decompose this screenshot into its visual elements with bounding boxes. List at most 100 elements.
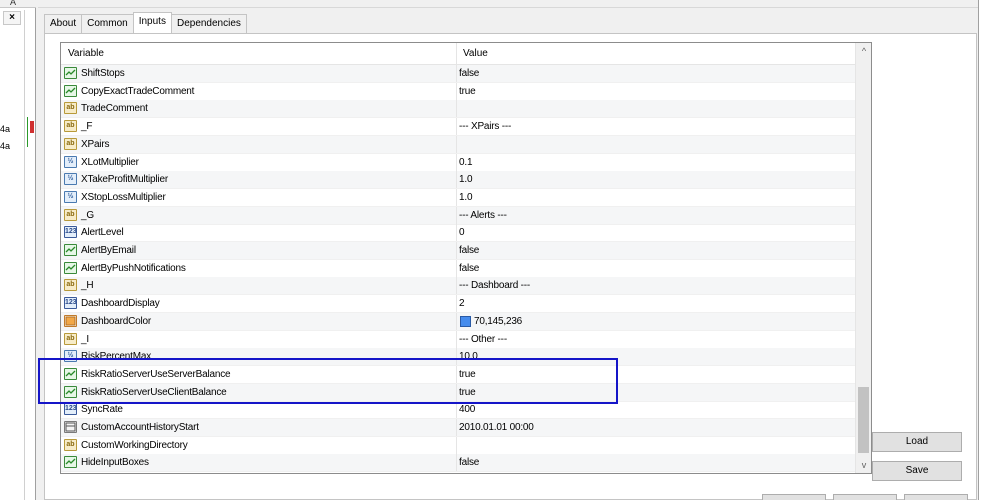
value-cell[interactable]: 10.0 [457, 348, 855, 365]
save-button[interactable]: Save [872, 461, 962, 481]
variable-cell[interactable]: 123 DashboardDisplay [61, 295, 457, 313]
value-cell[interactable]: 70,145,236 [457, 313, 855, 330]
double-icon: ½ [64, 155, 77, 168]
table-row[interactable]: 123 AlertLevel 0 [61, 224, 855, 243]
variable-cell[interactable]: RiskRatioServerUseServerBalance [61, 365, 457, 383]
value-cell[interactable]: false [457, 454, 855, 471]
variable-cell[interactable]: ab _G [61, 206, 457, 224]
table-row[interactable]: ab TradeComment [61, 100, 855, 119]
value-cell[interactable]: 1.0 [457, 189, 855, 206]
variable-cell[interactable]: ½ XStopLossMultiplier [61, 188, 457, 206]
value-cell[interactable]: 2010.01.01 00:00 [457, 419, 855, 436]
table-row[interactable]: CustomAccountHistoryStart 2010.01.01 00:0… [61, 419, 855, 437]
table-row[interactable]: 123 SyncRate 400 [61, 401, 855, 420]
table-row[interactable]: ab XPairs [61, 135, 855, 154]
variable-cell[interactable]: ½ RiskPercentMax [61, 348, 457, 366]
table-row[interactable]: DashboardColor 70,145,236 [61, 312, 855, 331]
table-row[interactable]: ab _H --- Dashboard --- [61, 277, 855, 296]
variable-cell[interactable]: HideInputBoxes [61, 454, 457, 472]
value-cell[interactable]: --- Dashboard --- [457, 277, 855, 294]
table-row[interactable]: ½ RiskPercentMax 10.0 [61, 348, 855, 367]
value-cell[interactable]: 400 [457, 401, 855, 418]
value-cell[interactable] [457, 100, 855, 117]
value-cell[interactable]: 1.0 [457, 171, 855, 188]
table-row[interactable]: AlertByEmail false [61, 242, 855, 260]
footer-button[interactable] [904, 494, 968, 500]
variable-cell[interactable]: ab TradeComment [61, 100, 457, 118]
load-button[interactable]: Load [872, 432, 962, 452]
value-cell[interactable] [457, 136, 855, 153]
tab-dependencies[interactable]: Dependencies [170, 14, 247, 33]
table-row[interactable]: CopyExactTradeComment true [61, 82, 855, 101]
chart-close-button[interactable]: × [3, 11, 21, 25]
table-row[interactable]: AlertByPushNotifications false [61, 259, 855, 278]
table-row[interactable]: HideInputBoxes false [61, 454, 855, 473]
value-text: --- XPairs --- [459, 121, 512, 133]
scroll-down-button[interactable]: v [856, 457, 871, 473]
column-header-value[interactable]: Value [457, 43, 855, 65]
value-cell[interactable]: 2 [457, 295, 855, 312]
table-row[interactable]: ShiftStops false [61, 65, 855, 83]
footer-button[interactable] [762, 494, 826, 500]
variable-cell[interactable]: ab _I [61, 330, 457, 348]
tab-common[interactable]: Common [81, 14, 134, 33]
datetime-icon [64, 421, 77, 433]
vertical-scrollbar[interactable]: ^ v [855, 43, 871, 473]
scroll-up-button[interactable]: ^ [856, 43, 871, 59]
value-cell[interactable]: false [457, 242, 855, 259]
table-row[interactable]: RiskRatioServerUseClientBalance true [61, 383, 855, 402]
variable-cell[interactable]: ab _F [61, 118, 457, 136]
table-row[interactable]: ab _I --- Other --- [61, 330, 855, 349]
variable-name: HideInputBoxes [81, 457, 149, 469]
value-cell[interactable]: 0.1 [457, 154, 855, 171]
table-row[interactable]: ab _F --- XPairs --- [61, 118, 855, 137]
value-cell[interactable]: true [457, 384, 855, 401]
value-cell[interactable]: 0 [457, 224, 855, 241]
string-icon: ab [64, 137, 77, 150]
value-text: 1.0 [459, 174, 473, 186]
value-cell[interactable]: --- Alerts --- [457, 207, 855, 224]
variable-cell[interactable]: ab _H [61, 277, 457, 295]
value-cell[interactable]: true [457, 83, 855, 100]
value-cell[interactable]: --- XPairs --- [457, 118, 855, 135]
value-cell[interactable]: false [457, 65, 855, 82]
variable-cell[interactable]: AlertByPushNotifications [61, 259, 457, 277]
variable-name: ShiftStops [81, 68, 125, 79]
variable-name: _H [81, 280, 94, 292]
table-row[interactable]: ½ XLotMultiplier 0.1 [61, 153, 855, 172]
tab-about[interactable]: About [44, 14, 83, 33]
variable-cell[interactable]: CustomAccountHistoryStart [61, 419, 457, 436]
variable-name: _F [81, 121, 93, 133]
table-row[interactable]: RiskRatioServerUseServerBalance true [61, 365, 855, 384]
variable-cell[interactable]: ab CustomWorkingDirectory [61, 436, 457, 454]
variable-cell[interactable]: ½ XLotMultiplier [61, 153, 457, 171]
variable-cell[interactable]: AlertByEmail [61, 242, 457, 259]
variable-cell[interactable]: ab XPairs [61, 135, 457, 153]
value-text: 0.1 [459, 156, 473, 168]
variable-cell[interactable]: RiskRatioServerUseClientBalance [61, 383, 457, 401]
table-row[interactable]: ½ XStopLossMultiplier 1.0 [61, 188, 855, 207]
table-row[interactable]: 123 DashboardDisplay 2 [61, 295, 855, 314]
scroll-thumb[interactable] [858, 387, 869, 453]
value-cell[interactable]: true [457, 366, 855, 383]
variable-cell[interactable]: CopyExactTradeComment [61, 82, 457, 100]
variable-cell[interactable]: 123 SyncRate [61, 401, 457, 419]
variable-cell[interactable]: 123 AlertLevel [61, 224, 457, 242]
value-cell[interactable]: --- Other --- [457, 331, 855, 348]
value-cell[interactable] [457, 437, 855, 454]
string-icon: ab [64, 102, 77, 115]
variable-cell[interactable]: DashboardColor [61, 312, 457, 330]
value-cell[interactable]: false [457, 260, 855, 277]
variable-cell[interactable]: ½ XTakeProfitMultiplier [61, 171, 457, 189]
table-row[interactable]: ½ XTakeProfitMultiplier 1.0 [61, 171, 855, 190]
variable-cell[interactable]: ShiftStops [61, 65, 457, 82]
variable-name: XTakeProfitMultiplier [81, 174, 168, 186]
variable-name: XPairs [81, 138, 110, 150]
table-row[interactable]: ab _G --- Alerts --- [61, 206, 855, 225]
table-row[interactable]: ab CustomWorkingDirectory [61, 436, 855, 455]
footer-button[interactable] [833, 494, 897, 500]
column-header-variable[interactable]: Variable [61, 43, 457, 65]
candle-body [30, 121, 34, 133]
tab-inputs[interactable]: Inputs [132, 12, 172, 33]
variable-name: RiskRatioServerUseServerBalance [81, 368, 231, 380]
